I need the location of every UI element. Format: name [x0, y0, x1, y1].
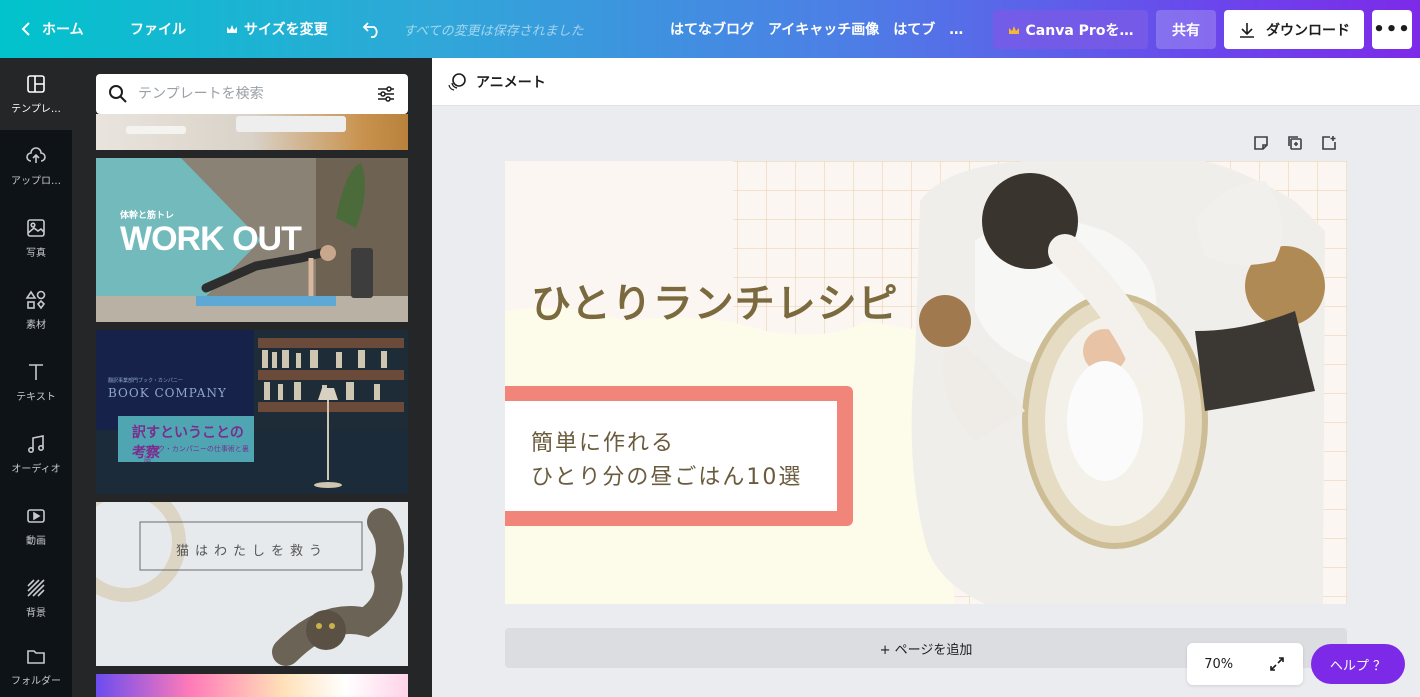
rail-label: 写真: [26, 248, 46, 259]
page-tools: [1252, 134, 1338, 154]
template-icon: [27, 75, 45, 93]
rail-label: テンプレ…: [11, 104, 61, 115]
rail-item-text[interactable]: テキスト: [0, 346, 72, 418]
resize-button[interactable]: サイズを変更: [226, 0, 328, 58]
templates-panel: 体幹と筋トレ WORK OUT 翻訳事業部門ブック・カンパニー BOOK COM…: [72, 58, 432, 697]
zoom-control: 70%: [1187, 643, 1303, 685]
more-button[interactable]: •••: [1372, 10, 1412, 49]
template-thumb-cat[interactable]: 猫はわたしを救う: [96, 502, 408, 666]
rail-label: 背景: [26, 608, 46, 619]
fullscreen-icon[interactable]: [1268, 655, 1286, 673]
rail-item-background[interactable]: 背景: [0, 562, 72, 634]
duplicate-page-icon[interactable]: [1286, 134, 1304, 152]
top-bar: ホーム ファイル サイズを変更 すべての変更は保存されました はてなブログ アイ…: [0, 0, 1420, 58]
download-icon: [1240, 22, 1254, 38]
template-thumb-workout[interactable]: 体幹と筋トレ WORK OUT: [96, 158, 408, 322]
rail-item-video[interactable]: 動画: [0, 490, 72, 562]
bookshelf-illustration: [96, 330, 408, 494]
photo-icon: [27, 219, 45, 237]
help-button[interactable]: ヘルプ ？: [1311, 644, 1405, 684]
shapes-icon: [25, 290, 46, 310]
zoom-level[interactable]: 70%: [1204, 657, 1233, 672]
side-rail: テンプレ… アップロ… 写真 素材 テキスト オーディオ 動画 背景 フォルダー: [0, 58, 72, 697]
rail-label: フォルダー: [11, 675, 61, 687]
note-icon[interactable]: [1252, 134, 1270, 152]
animate-button[interactable]: アニメート: [476, 72, 546, 92]
book-subtitle: ブック・カンパニーの仕事術と裏話: [144, 445, 249, 463]
home-label: ホーム: [42, 22, 84, 38]
search-icon: [109, 85, 127, 103]
undo-button[interactable]: [361, 0, 383, 58]
subtitle-line-2: ひとり分の昼ごはん10選: [531, 465, 803, 490]
undo-icon: [362, 22, 378, 38]
rail-label: アップロ…: [11, 176, 61, 187]
template-thumb-gradient[interactable]: [96, 674, 408, 697]
template-search: [96, 74, 408, 114]
crown-icon: [1008, 25, 1019, 34]
rail-item-elements[interactable]: 素材: [0, 274, 72, 346]
book-company-small: 翻訳事業部門ブック・カンパニー: [108, 378, 183, 384]
subtitle-frame[interactable]: 簡単に作れる ひとり分の昼ごはん10選: [505, 386, 853, 526]
desk-illustration: [126, 116, 346, 134]
save-status: すべての変更は保存されました: [403, 23, 584, 39]
rail-label: 素材: [26, 320, 46, 331]
rail-label: オーディオ: [11, 464, 61, 475]
video-icon: [27, 509, 45, 523]
workout-title: WORK OUT: [120, 220, 302, 258]
rail-label: テキスト: [16, 392, 56, 403]
animate-icon: [448, 72, 466, 91]
rail-item-folder[interactable]: フォルダー: [0, 634, 72, 697]
music-note-icon: [27, 435, 45, 454]
page-artwork: [505, 161, 1347, 604]
subtitle-box: 簡単に作れる ひとり分の昼ごはん10選: [505, 401, 837, 511]
cat-illustration: [96, 502, 408, 666]
subtitle-line-1: 簡単に作れる: [531, 431, 676, 456]
headline[interactable]: ひとりランチレシピ: [531, 271, 899, 329]
search-input[interactable]: [138, 86, 366, 102]
home-button[interactable]: ホーム: [20, 0, 84, 58]
book-company-brand: BOOK COMPANY: [108, 386, 227, 400]
design-page[interactable]: ひとりランチレシピ 簡単に作れる ひとり分の昼ごはん10選: [505, 161, 1347, 604]
document-title[interactable]: はてなブログ アイキャッチ画像 はてブ …: [670, 0, 963, 58]
rail-label: 動画: [26, 536, 46, 547]
cloud-upload-icon: [26, 147, 46, 163]
text-icon: [29, 364, 43, 380]
crown-icon: [227, 25, 237, 33]
folder-icon: [27, 649, 45, 664]
resize-label: サイズを変更: [244, 22, 328, 38]
file-label: ファイル: [130, 22, 186, 38]
cat-title: 猫はわたしを救う: [176, 544, 329, 559]
book-title-box: 訳すということの考察 ブック・カンパニーの仕事術と裏話: [118, 416, 254, 463]
download-button[interactable]: ダウンロード: [1224, 10, 1364, 49]
filter-icon[interactable]: [376, 84, 396, 104]
download-label: ダウンロード: [1266, 22, 1350, 39]
rail-item-audio[interactable]: オーディオ: [0, 418, 72, 490]
share-button[interactable]: 共有: [1156, 10, 1216, 49]
editor-toolbar: アニメート: [432, 58, 1420, 106]
pro-label: Canva Proを…: [1025, 22, 1134, 39]
rail-item-uploads[interactable]: アップロ…: [0, 130, 72, 202]
background-pattern-icon: [27, 579, 45, 597]
chevron-left-icon: [21, 22, 30, 36]
rail-item-templates[interactable]: テンプレ…: [0, 58, 72, 130]
file-menu[interactable]: ファイル: [130, 0, 186, 58]
template-thumb-book-company[interactable]: 翻訳事業部門ブック・カンパニー BOOK COMPANY 訳すということの考察 …: [96, 330, 408, 494]
rail-item-photos[interactable]: 写真: [0, 202, 72, 274]
canva-pro-button[interactable]: Canva Proを…: [993, 10, 1148, 49]
add-page-icon[interactable]: [1320, 134, 1338, 152]
template-thumb-desk[interactable]: [96, 114, 408, 150]
